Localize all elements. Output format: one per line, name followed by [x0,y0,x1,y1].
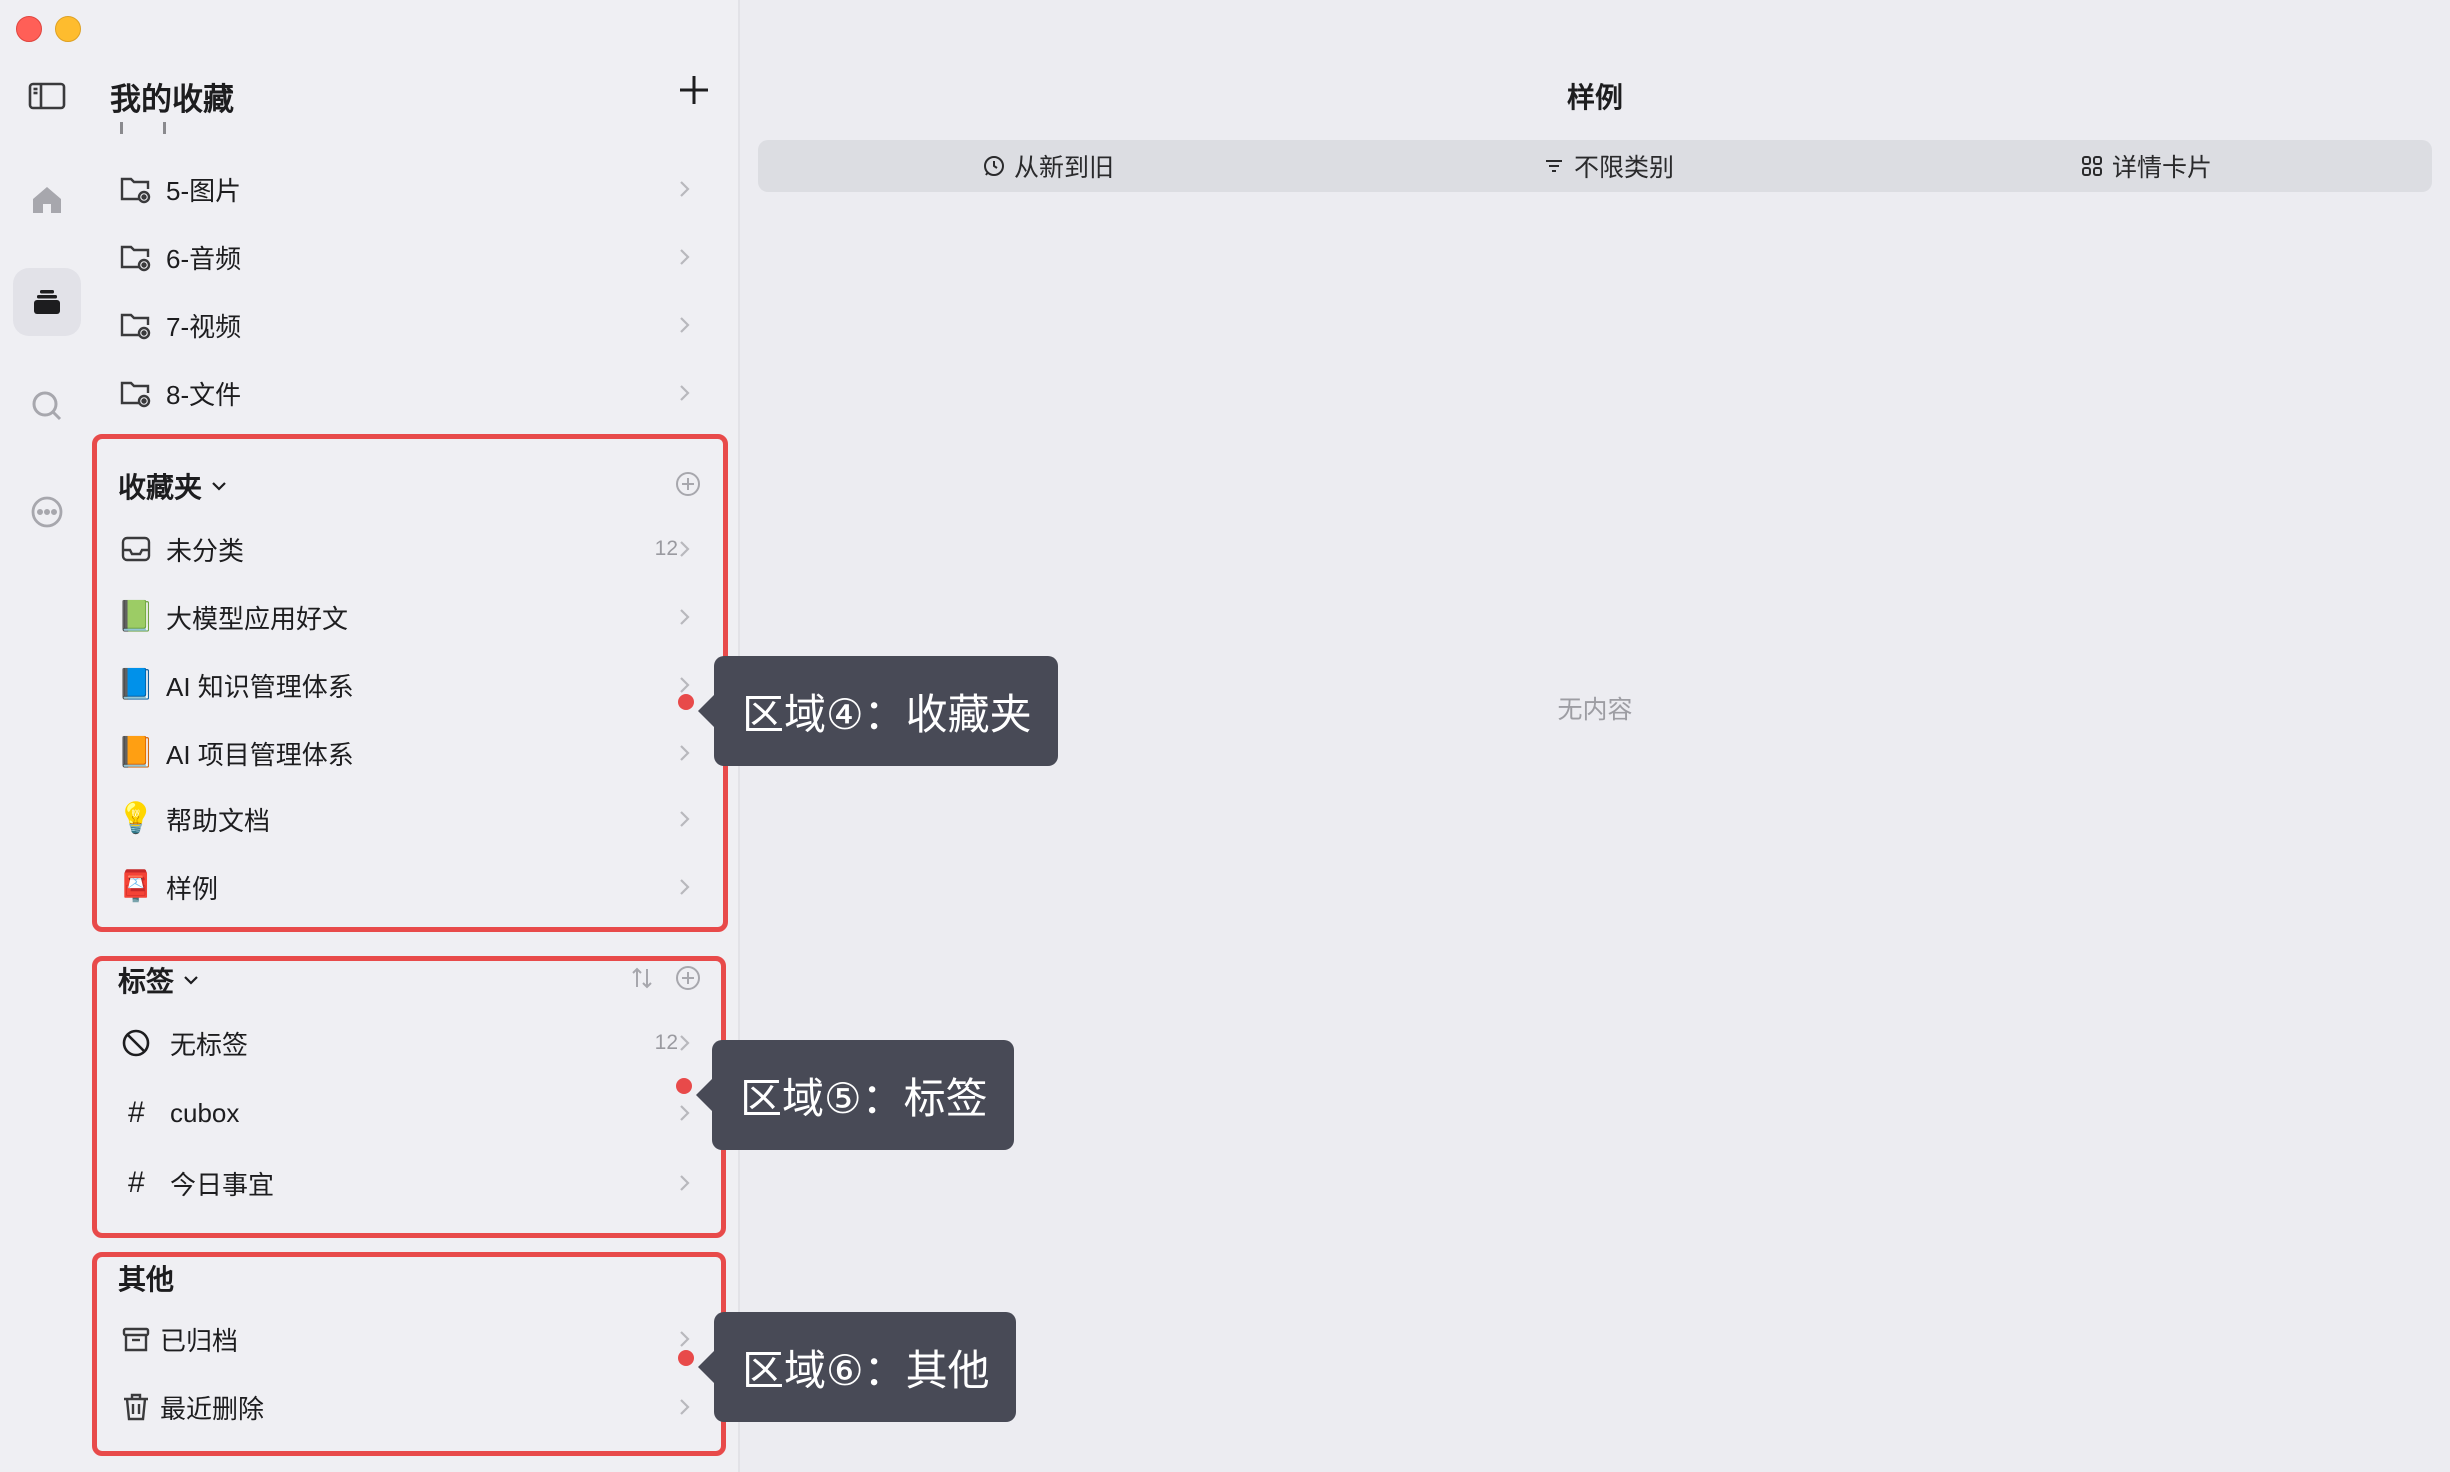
list-toolbar: 从新到旧 不限类别 详情卡片 [758,140,2432,192]
app-window: 我的收藏 5-图片 6-音频 7-视频 8-文件 收藏夹 未分类 12 📗 大模… [0,0,2450,1472]
list-item[interactable]: 5-图片 [94,158,738,220]
chevron-right-icon [680,181,690,197]
category-filter-button[interactable]: 不限类别 [1542,140,1674,192]
collection-stack-icon[interactable] [13,268,81,336]
list-item-label: 7-视频 [166,311,242,342]
chevron-right-icon [680,385,690,401]
sidebar-toggle-icon[interactable] [13,62,81,130]
home-icon[interactable] [13,166,81,234]
callout-area-5: 区域⑤：标签 [696,1040,1014,1150]
list-item-label: 6-音频 [166,243,242,274]
list-item[interactable]: 6-音频 [94,226,738,288]
callout-area-4: 区域④：收藏夹 [698,656,1058,766]
chevron-right-icon [680,317,690,333]
highlight-box-collections [92,434,728,932]
grid-view-icon [2082,156,2102,176]
list-item-label: 5-图片 [166,175,242,206]
page-title: 样例 [1566,82,1623,113]
minimize-window-button[interactable] [55,16,81,42]
scrolled-item-remnant [94,122,738,134]
annotation-dot [678,1350,694,1366]
smart-folder-icon [118,375,154,411]
highlight-box-other [92,1252,726,1456]
list-item[interactable]: 7-视频 [94,294,738,356]
more-icon[interactable] [13,478,81,546]
smart-folder-icon [118,171,154,207]
smart-folder-icon [118,307,154,343]
view-mode-label: 详情卡片 [2112,154,2213,182]
list-item[interactable]: 8-文件 [94,362,738,424]
add-icon[interactable] [674,70,714,110]
highlight-box-tags [92,956,726,1238]
sidebar-title: 我的收藏 [110,82,234,117]
category-filter-label: 不限类别 [1574,154,1675,182]
annotation-dot [678,694,694,710]
icon-rail [0,0,94,1472]
callout-area-6: 区域⑥：其他 [698,1312,1016,1422]
annotation-dot [676,1078,692,1094]
search-icon[interactable] [13,372,81,440]
smart-folder-icon [118,239,154,275]
sort-order-label: 从新到旧 [1014,154,1115,182]
view-mode-button[interactable]: 详情卡片 [2080,140,2212,192]
close-window-button[interactable] [16,16,42,42]
sort-order-button[interactable]: 从新到旧 [982,140,1114,192]
list-item-label: 8-文件 [166,379,242,410]
chevron-right-icon [680,249,690,265]
clock-sort-icon [984,156,1004,176]
filter-icon [1546,160,1562,172]
